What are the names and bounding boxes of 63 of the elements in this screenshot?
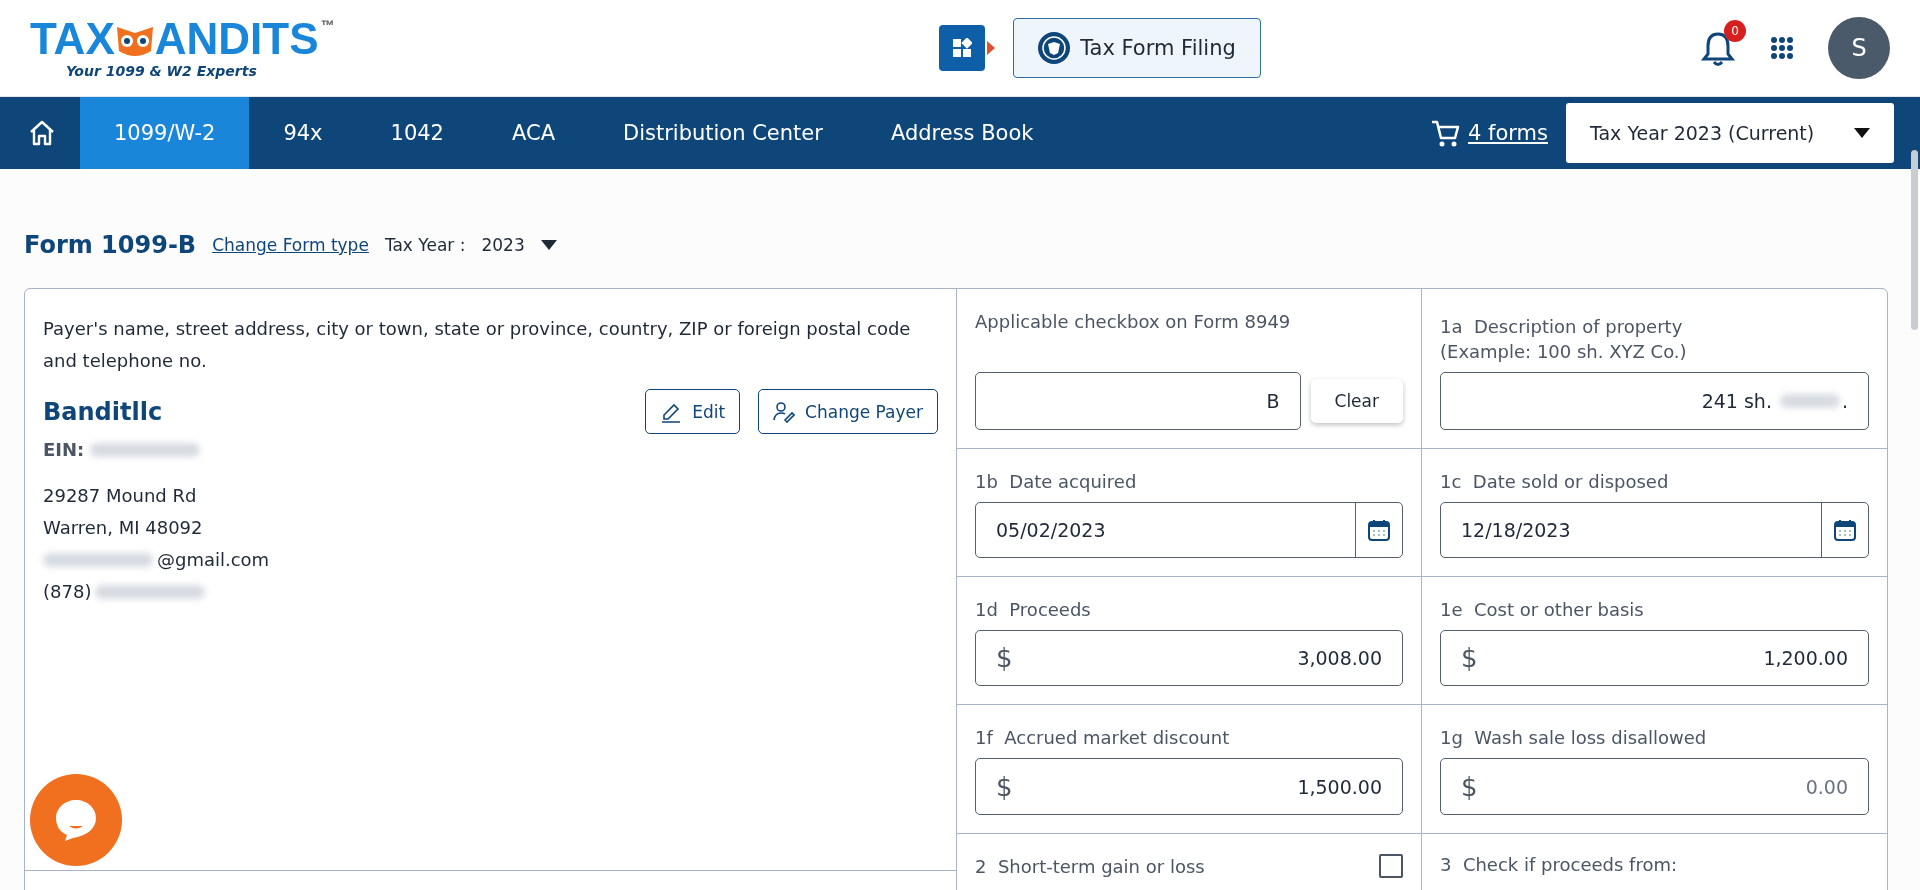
amount-field[interactable]: $ 1,500.00 [975, 758, 1403, 815]
address-line: 29287 Mound Rd [43, 484, 198, 508]
apps-switch-button[interactable] [939, 25, 986, 71]
input-field[interactable]: 241 sh. . [1440, 372, 1869, 430]
nav-tab[interactable]: ACA [478, 97, 589, 169]
email-text: @gmail.com [157, 548, 270, 572]
change-form-link[interactable]: Change Form type [212, 235, 369, 255]
notification-badge: 0 [1724, 20, 1746, 42]
payer-label: Payer's name, street address, city or town, state or province, country, ZIP or foreign postal code and telephone no. [43, 317, 912, 373]
cart-link[interactable]: 4 forms [1468, 121, 1548, 145]
caret-icon[interactable] [540, 240, 557, 250]
ein-label: EIN: [43, 438, 85, 462]
payer-action-button[interactable]: Change Payer [758, 389, 938, 434]
payer-action-button[interactable]: Edit [645, 389, 741, 434]
date-field[interactable]: 05/02/2023 [975, 502, 1403, 558]
clear-button[interactable]: Clear [1310, 379, 1403, 423]
amount-field[interactable]: $ 3,008.00 [975, 630, 1403, 686]
home-icon[interactable] [28, 119, 56, 147]
field-label: 1b Date acquired [975, 470, 1138, 494]
field-label: 2 Short-term gain or loss [975, 855, 1205, 877]
input-field[interactable]: B [975, 372, 1301, 430]
form-title: Form 1099-B [24, 231, 197, 259]
triangle-icon [987, 41, 996, 55]
tax-year-label: Tax Year : [384, 235, 466, 255]
field-label: 1g Wash sale loss disallowed [1440, 726, 1708, 750]
field-hint: (Example: 100 sh. XYZ Co.) [1440, 340, 1688, 364]
tiles-icon [952, 38, 973, 58]
logo-text: TAX [30, 17, 115, 61]
logo-text: ANDITS [154, 17, 319, 61]
date-field[interactable]: 12/18/2023 [1440, 502, 1869, 558]
calendar-icon[interactable] [1834, 519, 1856, 541]
app-button[interactable]: Tax Form Filing [1013, 18, 1261, 78]
user-avatar[interactable]: S [1828, 17, 1890, 79]
nav-tab[interactable]: 1099/W-2 [80, 97, 250, 169]
amount-field[interactable]: $ 0.00 [1440, 758, 1869, 815]
address-line: Warren, MI 48092 [43, 516, 204, 540]
scrollbar[interactable] [1911, 150, 1918, 330]
calendar-icon[interactable] [1368, 519, 1390, 541]
field-label: 1a Description of property [1440, 315, 1684, 339]
amount-field[interactable]: $ 1,200.00 [1440, 630, 1869, 686]
field-label: 1f Accrued market discount [975, 726, 1231, 750]
field-label: 1c Date sold or disposed [1440, 470, 1670, 494]
cart-icon[interactable] [1430, 118, 1461, 148]
field-label: Applicable checkbox on Form 8949 [975, 310, 1292, 334]
apps-grid-icon[interactable] [1770, 36, 1794, 60]
field-label: 3 Check if proceeds from: [1440, 854, 1678, 875]
checkbox[interactable] [1379, 854, 1403, 878]
field-label: 1d Proceeds [975, 598, 1092, 622]
field-label: 1e Cost or other basis [1440, 598, 1645, 622]
speech-bubble-icon [53, 797, 99, 843]
caret-icon [1854, 128, 1870, 138]
nav-tab[interactable]: 94x [249, 97, 357, 169]
phone-text: (878) [43, 580, 92, 604]
seal-icon [1038, 32, 1071, 64]
nav-tab[interactable]: Distribution Center [589, 97, 857, 169]
user-edit-icon [773, 400, 796, 423]
payer-name: Banditllc [43, 396, 163, 428]
logo-tagline: Your 1099 & W2 Experts [66, 63, 258, 79]
trademark-mark: ™ [320, 17, 335, 33]
tax-year-dropdown[interactable]: Tax Year 2023 (Current) [1566, 103, 1894, 163]
nav-tab[interactable]: Address Book [856, 97, 1068, 169]
nav-tab[interactable]: 1042 [356, 97, 478, 169]
tax-year-value: 2023 [481, 235, 525, 255]
